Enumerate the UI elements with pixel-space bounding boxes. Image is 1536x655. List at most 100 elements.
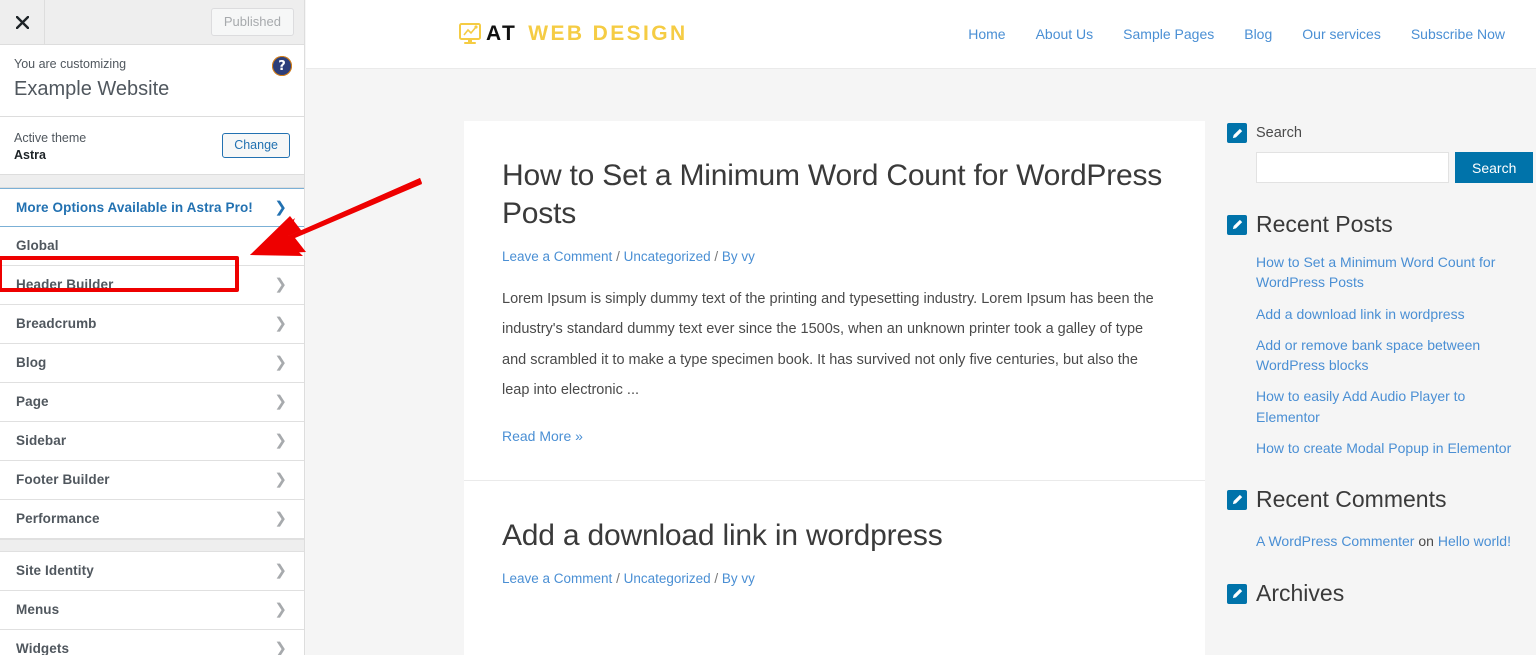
publish-button[interactable]: Published bbox=[210, 8, 294, 36]
chevron-right-icon: ❯ bbox=[274, 276, 287, 294]
meta-separator: / bbox=[710, 249, 722, 264]
customizer-info-block: You are customizing Example Website ? bbox=[0, 45, 304, 117]
site-title: Example Website bbox=[14, 78, 170, 100]
commenter-link[interactable]: A WordPress Commenter bbox=[1256, 533, 1414, 549]
change-theme-button[interactable]: Change bbox=[222, 132, 290, 158]
nav-item-home[interactable]: Home bbox=[953, 26, 1020, 42]
chevron-right-icon: ❯ bbox=[274, 471, 287, 489]
list-item: How to Set a Minimum Word Count for Word… bbox=[1256, 252, 1527, 293]
sidebar-item-global[interactable]: Global ❯ bbox=[0, 226, 304, 266]
widget-title: Archives bbox=[1256, 580, 1345, 607]
recent-post-link[interactable]: Add a download link in wordpress bbox=[1256, 306, 1465, 322]
search-input[interactable] bbox=[1256, 152, 1449, 183]
site-body: How to Set a Minimum Word Count for Word… bbox=[306, 69, 1536, 655]
sidebar-item-menus[interactable]: Menus ❯ bbox=[0, 590, 304, 630]
chevron-right-icon: ❯ bbox=[274, 510, 287, 528]
recent-post-link[interactable]: How to Set a Minimum Word Count for Word… bbox=[1256, 254, 1495, 290]
post-meta: Leave a Comment / Uncategorized / By vy bbox=[502, 249, 1167, 264]
comment-on-word: on bbox=[1418, 533, 1434, 550]
sidebar-item-label: Breadcrumb bbox=[16, 316, 97, 332]
post-meta: Leave a Comment / Uncategorized / By vy bbox=[502, 571, 1167, 586]
active-theme-text: Active theme Astra bbox=[14, 129, 86, 162]
sidebar-item-label: Footer Builder bbox=[16, 472, 110, 488]
meta-separator: / bbox=[612, 249, 624, 264]
commented-post-link[interactable]: Hello world! bbox=[1438, 533, 1511, 549]
post-item: How to Set a Minimum Word Count for Word… bbox=[464, 121, 1205, 481]
post-item: Add a download link in wordpress Leave a… bbox=[464, 480, 1205, 655]
sidebar-item-astra-pro[interactable]: More Options Available in Astra Pro! ❯ bbox=[0, 187, 304, 227]
sidebar-item-label: Page bbox=[16, 394, 49, 410]
site-sidebar: Search Search Recent Posts How to Set a … bbox=[1227, 121, 1534, 655]
search-button[interactable]: Search bbox=[1455, 152, 1534, 183]
sidebar-item-label: Widgets bbox=[16, 641, 70, 655]
posts-column: How to Set a Minimum Word Count for Word… bbox=[464, 121, 1205, 655]
sidebar-item-performance[interactable]: Performance ❯ bbox=[0, 499, 304, 539]
widget-header: Recent Comments bbox=[1227, 486, 1527, 513]
nav-item-our-services[interactable]: Our services bbox=[1287, 26, 1396, 42]
widget-title: Recent Posts bbox=[1256, 211, 1393, 237]
search-form: Search bbox=[1256, 152, 1534, 183]
post-comment-link[interactable]: Leave a Comment bbox=[502, 571, 612, 586]
widget-recent-comments: Recent Comments A WordPress Commenter on… bbox=[1227, 486, 1527, 552]
post-title[interactable]: Add a download link in wordpress bbox=[502, 517, 1167, 555]
site-header: AT WEB DESIGN Home About Us Sample Pages… bbox=[306, 0, 1536, 69]
customizing-eyebrow: You are customizing bbox=[14, 57, 127, 71]
sidebar-item-label: Sidebar bbox=[16, 433, 67, 449]
customizer-topbar: Published bbox=[0, 0, 304, 45]
help-question-icon[interactable]: ? bbox=[272, 56, 292, 76]
panel-gap-top bbox=[0, 174, 304, 188]
chevron-right-icon: ❯ bbox=[274, 432, 287, 450]
list-item: How to easily Add Audio Player to Elemen… bbox=[1256, 386, 1527, 427]
sidebar-item-label: Site Identity bbox=[16, 563, 94, 579]
sidebar-item-label: Performance bbox=[16, 511, 100, 527]
recent-post-link[interactable]: How to create Modal Popup in Elementor bbox=[1256, 440, 1511, 456]
sidebar-item-breadcrumb[interactable]: Breadcrumb ❯ bbox=[0, 304, 304, 344]
post-category-link[interactable]: Uncategorized bbox=[624, 571, 711, 586]
sidebar-item-label: Blog bbox=[16, 355, 47, 371]
sidebar-item-page[interactable]: Page ❯ bbox=[0, 382, 304, 422]
site-preview: AT WEB DESIGN Home About Us Sample Pages… bbox=[306, 0, 1536, 655]
meta-separator: / bbox=[612, 571, 624, 587]
widget-title: Recent Comments bbox=[1256, 486, 1447, 513]
sidebar-item-site-identity[interactable]: Site Identity ❯ bbox=[0, 551, 304, 591]
chevron-right-icon: ❯ bbox=[274, 237, 287, 255]
screen-root: Published You are customizing Example We… bbox=[0, 0, 1536, 655]
close-x-icon[interactable] bbox=[0, 0, 45, 44]
post-excerpt: Lorem Ipsum is simply dummy text of the … bbox=[502, 291, 1154, 399]
nav-item-about-us[interactable]: About Us bbox=[1021, 26, 1109, 42]
list-item: How to create Modal Popup in Elementor bbox=[1256, 438, 1527, 458]
recent-post-link[interactable]: Add or remove bank space between WordPre… bbox=[1256, 337, 1480, 373]
recent-comment-item: A WordPress Commenter on Hello world! bbox=[1256, 531, 1527, 552]
pencil-edit-icon[interactable] bbox=[1227, 489, 1247, 510]
pencil-edit-icon[interactable] bbox=[1227, 123, 1247, 143]
wordpress-customizer-panel: Published You are customizing Example We… bbox=[0, 0, 305, 655]
post-title[interactable]: How to Set a Minimum Word Count for Word… bbox=[502, 157, 1167, 232]
post-comment-link[interactable]: Leave a Comment bbox=[502, 249, 612, 264]
list-item: Add a download link in wordpress bbox=[1256, 304, 1527, 324]
panel-group-divider bbox=[0, 538, 304, 552]
site-logo[interactable]: AT WEB DESIGN bbox=[458, 21, 688, 47]
post-author[interactable]: By vy bbox=[722, 571, 755, 586]
widget-recent-posts: Recent Posts How to Set a Minimum Word C… bbox=[1227, 211, 1527, 458]
sidebar-item-sidebar[interactable]: Sidebar ❯ bbox=[0, 421, 304, 461]
nav-item-sample-pages[interactable]: Sample Pages bbox=[1108, 26, 1229, 42]
recent-post-link[interactable]: How to easily Add Audio Player to Elemen… bbox=[1256, 388, 1465, 424]
sidebar-item-blog[interactable]: Blog ❯ bbox=[0, 343, 304, 383]
sidebar-item-label: Global bbox=[16, 238, 59, 254]
read-more-link[interactable]: Read More » bbox=[502, 428, 583, 444]
active-theme-block: Active theme Astra Change bbox=[0, 117, 304, 175]
widget-header: Search bbox=[1227, 123, 1527, 143]
pencil-edit-icon[interactable] bbox=[1227, 583, 1247, 604]
post-author[interactable]: By vy bbox=[722, 249, 755, 264]
post-category-link[interactable]: Uncategorized bbox=[624, 249, 711, 264]
nav-item-subscribe-now[interactable]: Subscribe Now bbox=[1396, 26, 1520, 42]
nav-item-blog[interactable]: Blog bbox=[1229, 26, 1287, 42]
sidebar-item-widgets[interactable]: Widgets ❯ bbox=[0, 629, 304, 655]
pencil-edit-icon[interactable] bbox=[1227, 214, 1247, 235]
chevron-right-icon: ❯ bbox=[274, 562, 287, 580]
sidebar-item-header-builder[interactable]: Header Builder ❯ bbox=[0, 265, 304, 305]
chevron-right-icon: ❯ bbox=[274, 393, 287, 411]
sidebar-item-footer-builder[interactable]: Footer Builder ❯ bbox=[0, 460, 304, 500]
list-item: Add or remove bank space between WordPre… bbox=[1256, 335, 1527, 376]
sidebar-item-label: Header Builder bbox=[16, 277, 114, 293]
